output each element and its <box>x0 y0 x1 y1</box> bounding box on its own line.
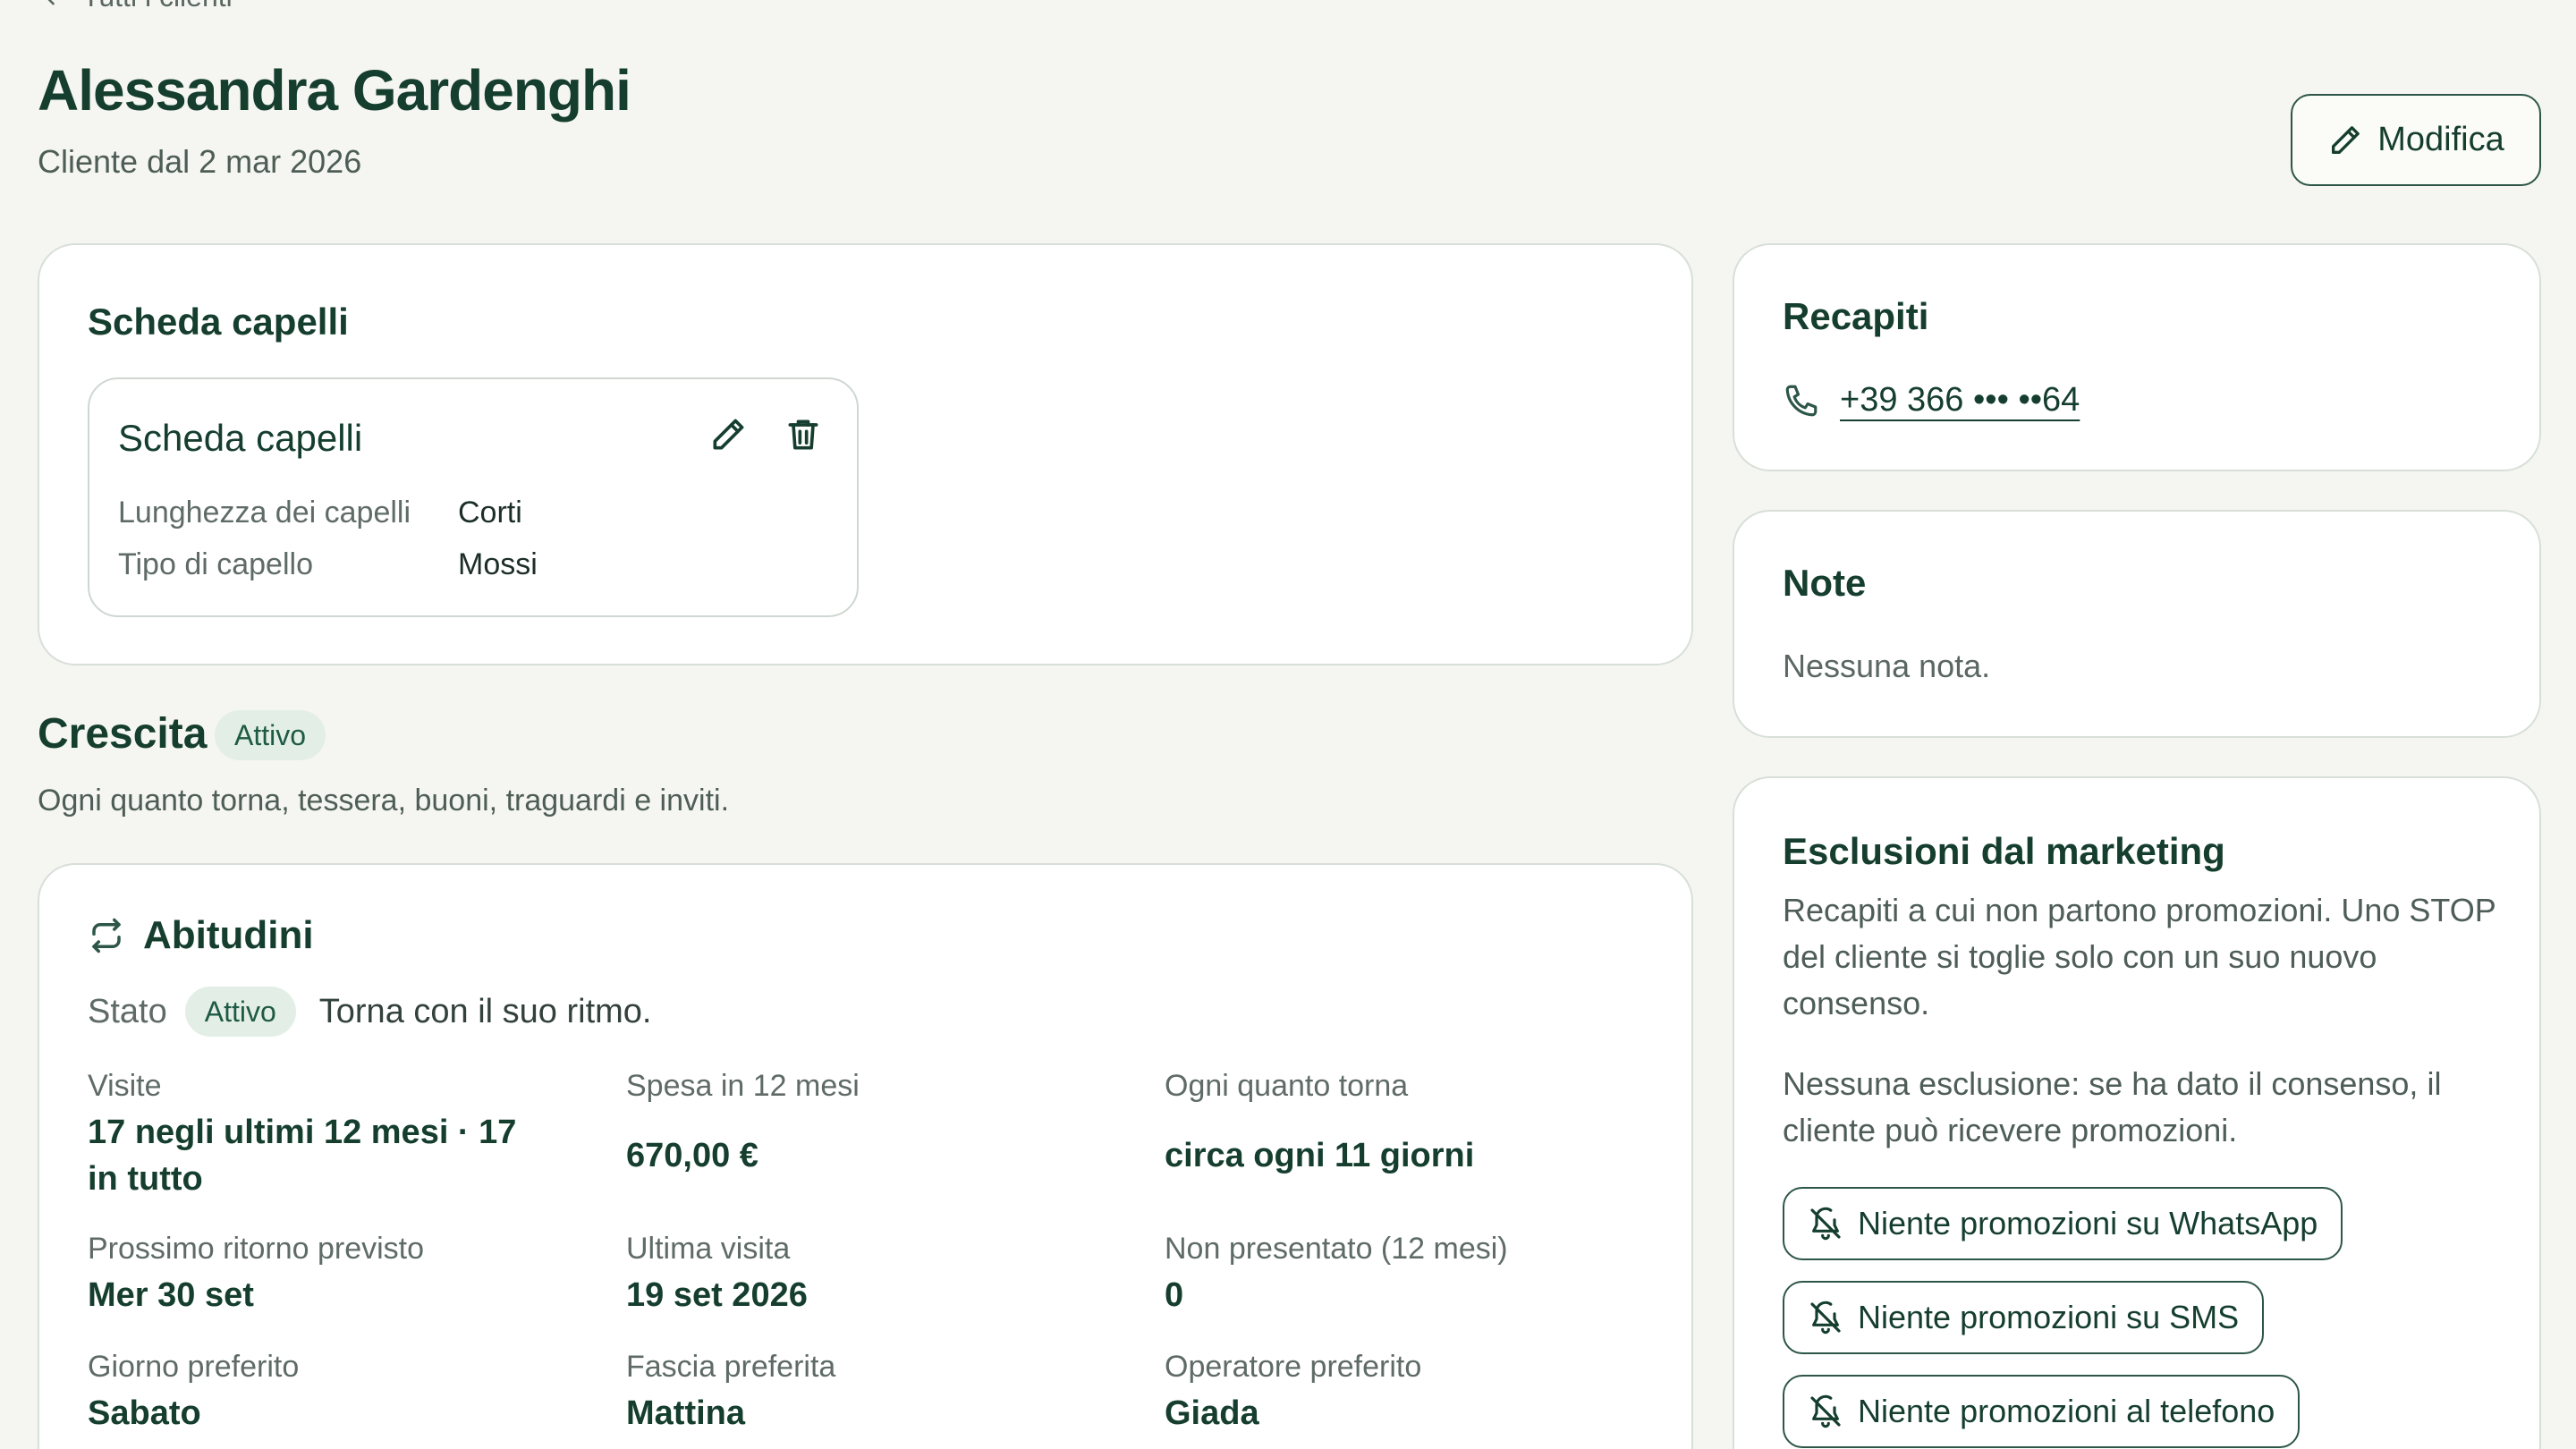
habits-header: Abitudini <box>88 913 314 958</box>
stat-next-return: Prossimo ritorno previsto Mer 30 set <box>88 1232 589 1318</box>
stat-label: Non presentato (12 mesi) <box>1165 1232 1508 1266</box>
state-badge: Attivo <box>184 987 296 1037</box>
stat-label: Operatore preferito <box>1165 1350 1422 1384</box>
growth-status-badge: Attivo <box>215 710 326 760</box>
pencil-icon <box>2332 125 2360 154</box>
exclude-whatsapp-button[interactable]: Niente promozioni su WhatsApp <box>1783 1187 2343 1260</box>
edit-hair-profile-button[interactable] <box>707 413 750 456</box>
habits-title: Abitudini <box>143 913 314 957</box>
phone-icon <box>1785 385 1818 416</box>
edit-button-label: Modifica <box>2377 121 2504 158</box>
bell-off-icon <box>1810 1394 1841 1428</box>
phone-link[interactable]: +39 366 ••• ••64 <box>1840 381 2080 419</box>
stat-value: Mattina <box>626 1394 745 1432</box>
marketing-title: Esclusioni dal marketing <box>1783 830 2225 872</box>
stat-value: Mer 30 set <box>88 1276 254 1314</box>
stat-preferred-operator: Operatore preferito Giada <box>1165 1350 1665 1436</box>
exclude-phone-button[interactable]: Niente promozioni al telefono <box>1783 1375 2301 1448</box>
marketing-exclusions-card: Esclusioni dal marketing Recapiti a cui … <box>1733 776 2541 1449</box>
page-title: Alessandra Gardenghi <box>38 58 631 123</box>
hair-type-label: Tipo di capello <box>118 547 313 581</box>
stat-preferred-day: Giorno preferito Sabato <box>88 1350 589 1436</box>
stat-frequency: Ogni quanto torna circa ogni 11 giorni <box>1165 1069 1665 1179</box>
back-link-label: Tutti i clienti <box>82 0 233 13</box>
hair-profile-item-title: Scheda capelli <box>118 417 363 459</box>
phone-row: +39 366 ••• ••64 <box>1783 381 2080 419</box>
contacts-card: Recapiti +39 366 ••• ••64 <box>1733 243 2541 471</box>
stat-spend: Spesa in 12 mesi 670,00 € <box>626 1069 1127 1179</box>
client-since: Cliente dal 2 mar 2026 <box>38 143 362 180</box>
notes-card: Note Nessuna nota. <box>1733 510 2541 738</box>
stat-label: Spesa in 12 mesi <box>626 1069 860 1103</box>
habits-card: Abitudini Stato Attivo Torna con il suo … <box>38 863 1693 1449</box>
stat-preferred-slot: Fascia preferita Mattina <box>626 1350 1127 1436</box>
hair-type-row: Tipo di capello Mossi <box>118 547 538 582</box>
growth-title: Crescita <box>38 710 208 758</box>
exclude-whatsapp-label: Niente promozioni su WhatsApp <box>1858 1205 2318 1241</box>
exclude-sms-label: Niente promozioni su SMS <box>1858 1299 2240 1335</box>
stat-value: Sabato <box>88 1394 201 1432</box>
stat-value: 670,00 € <box>626 1137 758 1174</box>
stat-value: 17 negli ultimi 12 mesi · 17 in tutto <box>88 1114 517 1198</box>
marketing-description: Recapiti a cui non partono promozioni. U… <box>1783 892 2496 1021</box>
stat-value: 0 <box>1165 1276 1184 1314</box>
hair-profile-item: Scheda capelli Lunghezza dei capelli Cort… <box>88 377 859 617</box>
exclude-phone-label: Niente promozioni al telefono <box>1858 1393 2275 1429</box>
exclude-sms-button[interactable]: Niente promozioni su SMS <box>1783 1281 2265 1354</box>
growth-subtitle: Ogni quanto torna, tessera, buoni, tragu… <box>38 784 730 818</box>
pencil-icon <box>713 419 744 450</box>
hair-length-label: Lunghezza dei capelli <box>118 496 411 530</box>
notes-title: Note <box>1783 562 1867 604</box>
state-message: Torna con il suo ritmo. <box>318 992 652 1030</box>
hair-length-value: Corti <box>458 496 522 530</box>
stat-label: Giorno preferito <box>88 1350 300 1384</box>
stat-label: Prossimo ritorno previsto <box>88 1232 425 1266</box>
hair-type-value: Mossi <box>458 547 538 581</box>
chevron-left-icon <box>47 0 55 5</box>
trash-icon <box>788 419 818 450</box>
hair-profile-card: Scheda capelli Scheda capelli Lunghezza … <box>38 243 1693 665</box>
notes-empty-text: Nessuna nota. <box>1783 648 1991 684</box>
stat-label: Visite <box>88 1069 162 1103</box>
stat-label: Ultima visita <box>626 1232 791 1266</box>
contacts-title: Recapiti <box>1783 295 1929 337</box>
stat-value: circa ogni 11 giorni <box>1165 1137 1475 1174</box>
stat-value: Giada <box>1165 1394 1259 1432</box>
state-label: Stato <box>88 992 167 1030</box>
hair-length-row: Lunghezza dei capelli Corti <box>118 496 522 530</box>
stat-value: 19 set 2026 <box>626 1276 808 1314</box>
marketing-empty-text: Nessuna esclusione: se ha dato il consen… <box>1783 1065 2442 1148</box>
edit-button[interactable]: Modifica <box>2291 94 2541 186</box>
stat-last-visit: Ultima visita 19 set 2026 <box>626 1232 1127 1318</box>
stat-no-show: Non presentato (12 mesi) 0 <box>1165 1232 1665 1318</box>
back-link[interactable]: Tutti i clienti <box>38 0 233 13</box>
habits-state-row: Stato Attivo Torna con il suo ritmo. <box>88 987 651 1037</box>
delete-hair-profile-button[interactable] <box>782 413 825 456</box>
repeat-icon <box>92 918 121 953</box>
stat-label: Ogni quanto torna <box>1165 1069 1409 1103</box>
hair-section-title: Scheda capelli <box>88 301 349 343</box>
bell-off-icon <box>1810 1301 1841 1335</box>
stat-visits: Visite 17 negli ultimi 12 mesi · 17 in t… <box>88 1069 589 1202</box>
bell-off-icon <box>1810 1207 1841 1241</box>
stat-label: Fascia preferita <box>626 1350 836 1384</box>
